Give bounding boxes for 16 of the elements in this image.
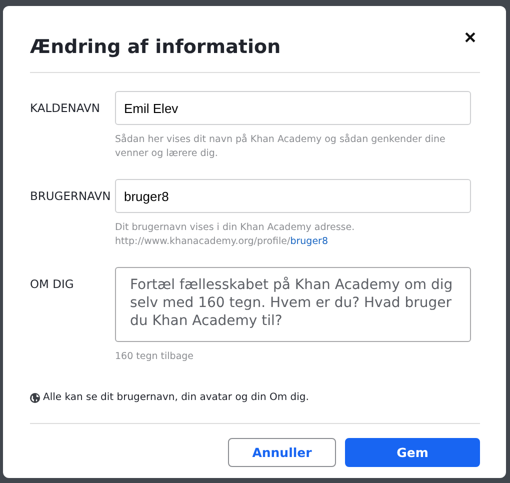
about-field[interactable]: Fortæl fællesskabet på Khan Academy om dig selv med 160 tegn. Hvem er du? Hvad bruger du Khan Academy til?: [115, 267, 471, 342]
close-button[interactable]: ×: [460, 28, 480, 48]
text-field[interactable]: bruger8: [115, 179, 471, 213]
privacy-notice: Alle kan se dit brugernavn, din avatar og din Om dig.: [43, 392, 309, 403]
profile-link[interactable]: bruger8: [290, 236, 328, 247]
save-button[interactable]: Gem: [345, 438, 480, 467]
help-text: Sådan her vises dit navn på Khan Academy og sådan genkender dine venner og lærere dig.: [115, 133, 446, 161]
globe-icon: [30, 392, 40, 402]
cancel-button[interactable]: Annuller: [228, 438, 336, 467]
help-text: Dit brugernavn vises i din Khan Academy adresse. http://www.khanacademy.org/profile/bruger8: [115, 221, 356, 249]
field-label: KALDENAVN: [30, 100, 101, 117]
field-label: BRUGERNAVN: [30, 188, 112, 205]
help-text: 160 tegn tilbage: [115, 350, 195, 364]
field-label: OM DIG: [30, 276, 75, 293]
text-field[interactable]: Emil Elev: [115, 91, 471, 125]
dialog-title: Ændring af information: [30, 36, 281, 58]
